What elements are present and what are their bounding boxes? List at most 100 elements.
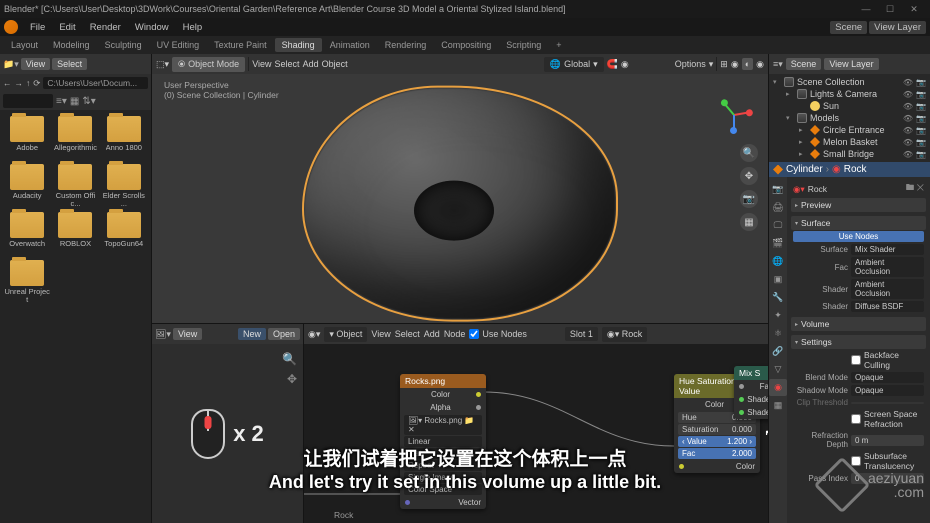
tab-output-icon[interactable]: 🖨 xyxy=(769,199,787,216)
shadow-drop[interactable]: Opaque xyxy=(851,385,924,396)
nav-up-icon[interactable]: ↑ xyxy=(26,78,30,88)
outliner-row[interactable]: ▸Small Bridge👁📷 xyxy=(771,148,928,160)
pan-icon[interactable]: ✥ xyxy=(287,372,297,386)
shade-matprev-icon[interactable]: ◐ xyxy=(742,58,753,70)
folder-item[interactable]: Adobe xyxy=(4,116,50,160)
hsv-fac[interactable]: Fac2.000 xyxy=(678,448,756,459)
viewlayer-dropdown[interactable]: View Layer xyxy=(869,21,926,34)
menu-file[interactable]: File xyxy=(24,21,51,34)
tab-modeling[interactable]: Modeling xyxy=(46,38,97,52)
tab-render-icon[interactable]: 📷 xyxy=(769,181,787,198)
ne-select[interactable]: Select xyxy=(395,329,420,339)
ne-object-drop[interactable]: ▾ Object xyxy=(324,327,367,342)
img-open[interactable]: Open xyxy=(268,328,300,340)
layer-field[interactable]: View Layer xyxy=(824,58,878,70)
path-input[interactable]: C:\Users\User\Docum... xyxy=(43,77,148,89)
ne-node[interactable]: Node xyxy=(444,329,466,339)
ne-add[interactable]: Add xyxy=(424,329,440,339)
search-input[interactable] xyxy=(3,94,53,108)
snap-icon[interactable]: 🧲 xyxy=(607,59,618,70)
outliner-row[interactable]: ▸Lights & Camera👁📷 xyxy=(771,88,928,100)
menu-help[interactable]: Help xyxy=(177,21,209,34)
3d-viewport[interactable]: User Perspective (0) Scene Collection | … xyxy=(152,74,768,323)
img-view[interactable]: View xyxy=(173,328,202,340)
tab-uv[interactable]: UV Editing xyxy=(150,38,207,52)
surface-drop[interactable]: Mix Shader xyxy=(851,244,924,255)
tab-scripting[interactable]: Scripting xyxy=(499,38,548,52)
folder-item[interactable]: Allegorithmic xyxy=(52,116,98,160)
tab-world-icon[interactable]: 🌐 xyxy=(769,253,787,270)
shade-solid-icon[interactable]: ◉ xyxy=(731,59,739,70)
use-nodes-btn[interactable]: Use Nodes xyxy=(793,231,924,242)
folder-item[interactable]: Overwatch xyxy=(4,212,50,256)
zoom-icon[interactable]: 🔍 xyxy=(282,352,297,366)
shade-wire-icon[interactable]: ⊞ xyxy=(720,59,728,70)
fb-select[interactable]: Select xyxy=(52,58,87,70)
view-grid-icon[interactable]: ▦ xyxy=(70,96,79,107)
folder-item[interactable]: Elder Scrolls ... xyxy=(101,164,147,208)
tab-texpaint[interactable]: Texture Paint xyxy=(207,38,274,52)
ne-view[interactable]: View xyxy=(371,329,390,339)
img-new[interactable]: New xyxy=(238,328,266,340)
blend-drop[interactable]: Opaque xyxy=(851,372,924,383)
tab-mesh-icon[interactable]: ▽ xyxy=(769,361,787,378)
refr-depth[interactable]: 0 m xyxy=(851,435,924,446)
tab-rendering[interactable]: Rendering xyxy=(378,38,434,52)
nav-gizmo[interactable] xyxy=(714,94,754,134)
tab-physics-icon[interactable]: ⚛ xyxy=(769,325,787,342)
sec-volume[interactable]: ▸Volume xyxy=(791,317,926,331)
outliner-row[interactable]: Sun👁📷 xyxy=(771,100,928,112)
vp-select[interactable]: Select xyxy=(275,59,300,69)
scene-field[interactable]: Scene xyxy=(786,58,822,70)
menu-edit[interactable]: Edit xyxy=(53,21,81,34)
tab-scene-icon[interactable]: 🎬 xyxy=(769,235,787,252)
hsv-sat[interactable]: Saturation0.000 xyxy=(678,424,756,435)
use-nodes-checkbox[interactable]: Use Nodes xyxy=(469,329,527,339)
folder-item[interactable]: Custom Offic... xyxy=(52,164,98,208)
vp-object[interactable]: Object xyxy=(322,59,348,69)
menu-render[interactable]: Render xyxy=(84,21,127,34)
image-select[interactable]: 🖼▾ Rocks.png 📁✕ xyxy=(404,415,482,435)
outliner-row[interactable]: ▸Melon Basket👁📷 xyxy=(771,136,928,148)
shader1-drop[interactable]: Ambient Occlusion xyxy=(851,279,924,299)
shader2-drop[interactable]: Diffuse BSDF xyxy=(851,301,924,312)
tab-modifier-icon[interactable]: 🔧 xyxy=(769,289,787,306)
orient-dropdown[interactable]: 🌐 Global ▾ xyxy=(544,57,604,72)
outliner-row[interactable]: ▸Circle Entrance👁📷 xyxy=(771,124,928,136)
outliner-active-row[interactable]: Cylinder › ◉ Rock xyxy=(769,162,930,177)
vp-add[interactable]: Add xyxy=(303,59,319,69)
window-controls[interactable]: —☐✕ xyxy=(854,4,926,15)
tab-particle-icon[interactable]: ✦ xyxy=(769,307,787,324)
tab-animation[interactable]: Animation xyxy=(323,38,377,52)
folder-item[interactable]: Unreal Project xyxy=(4,260,50,304)
folder-item[interactable]: Anno 1800 xyxy=(101,116,147,160)
tab-layout[interactable]: Layout xyxy=(4,38,45,52)
tab-add[interactable]: + xyxy=(549,38,568,52)
ssr-check[interactable] xyxy=(851,414,861,424)
tab-sculpting[interactable]: Sculpting xyxy=(98,38,149,52)
tab-view-icon[interactable]: 🖵 xyxy=(769,217,787,234)
shade-rendered-icon[interactable]: ◉ xyxy=(756,59,764,70)
sec-settings[interactable]: ▾Settings xyxy=(791,335,926,349)
tab-object-icon[interactable]: ▣ xyxy=(769,271,787,288)
zoom-icon[interactable]: 🔍 xyxy=(740,144,758,162)
fb-view[interactable]: View xyxy=(21,58,50,70)
proportional-icon[interactable]: ◉ xyxy=(621,59,629,70)
sort-icon[interactable]: ⇅▾ xyxy=(82,96,95,107)
node-mix-shader[interactable]: Mix S Fac Shader Shader xyxy=(734,366,768,419)
backface-check[interactable] xyxy=(851,355,861,365)
editor-type-icon[interactable]: ⬚▾ xyxy=(156,59,169,70)
nav-fwd-icon[interactable]: → xyxy=(15,78,24,88)
fac-drop[interactable]: Ambient Occlusion xyxy=(851,257,924,277)
tab-compositing[interactable]: Compositing xyxy=(434,38,498,52)
sec-preview[interactable]: ▸Preview xyxy=(791,198,926,212)
folder-item[interactable]: TopoGun64 xyxy=(101,212,147,256)
tab-material-icon[interactable]: ◉ xyxy=(769,379,787,396)
node-editor[interactable]: ◉▾ ▾ Object View Select Add Node Use Nod… xyxy=(304,324,768,523)
outliner-row[interactable]: ▾Scene Collection👁📷 xyxy=(771,76,928,88)
mat-dropdown[interactable]: ◉▾ Rock xyxy=(602,327,647,342)
pan-icon[interactable]: ✥ xyxy=(740,167,758,185)
mode-dropdown[interactable]: 🞊 Object Mode xyxy=(172,57,245,72)
tab-texture-icon[interactable]: ▦ xyxy=(769,397,787,414)
scene-dropdown[interactable]: Scene xyxy=(830,21,867,34)
